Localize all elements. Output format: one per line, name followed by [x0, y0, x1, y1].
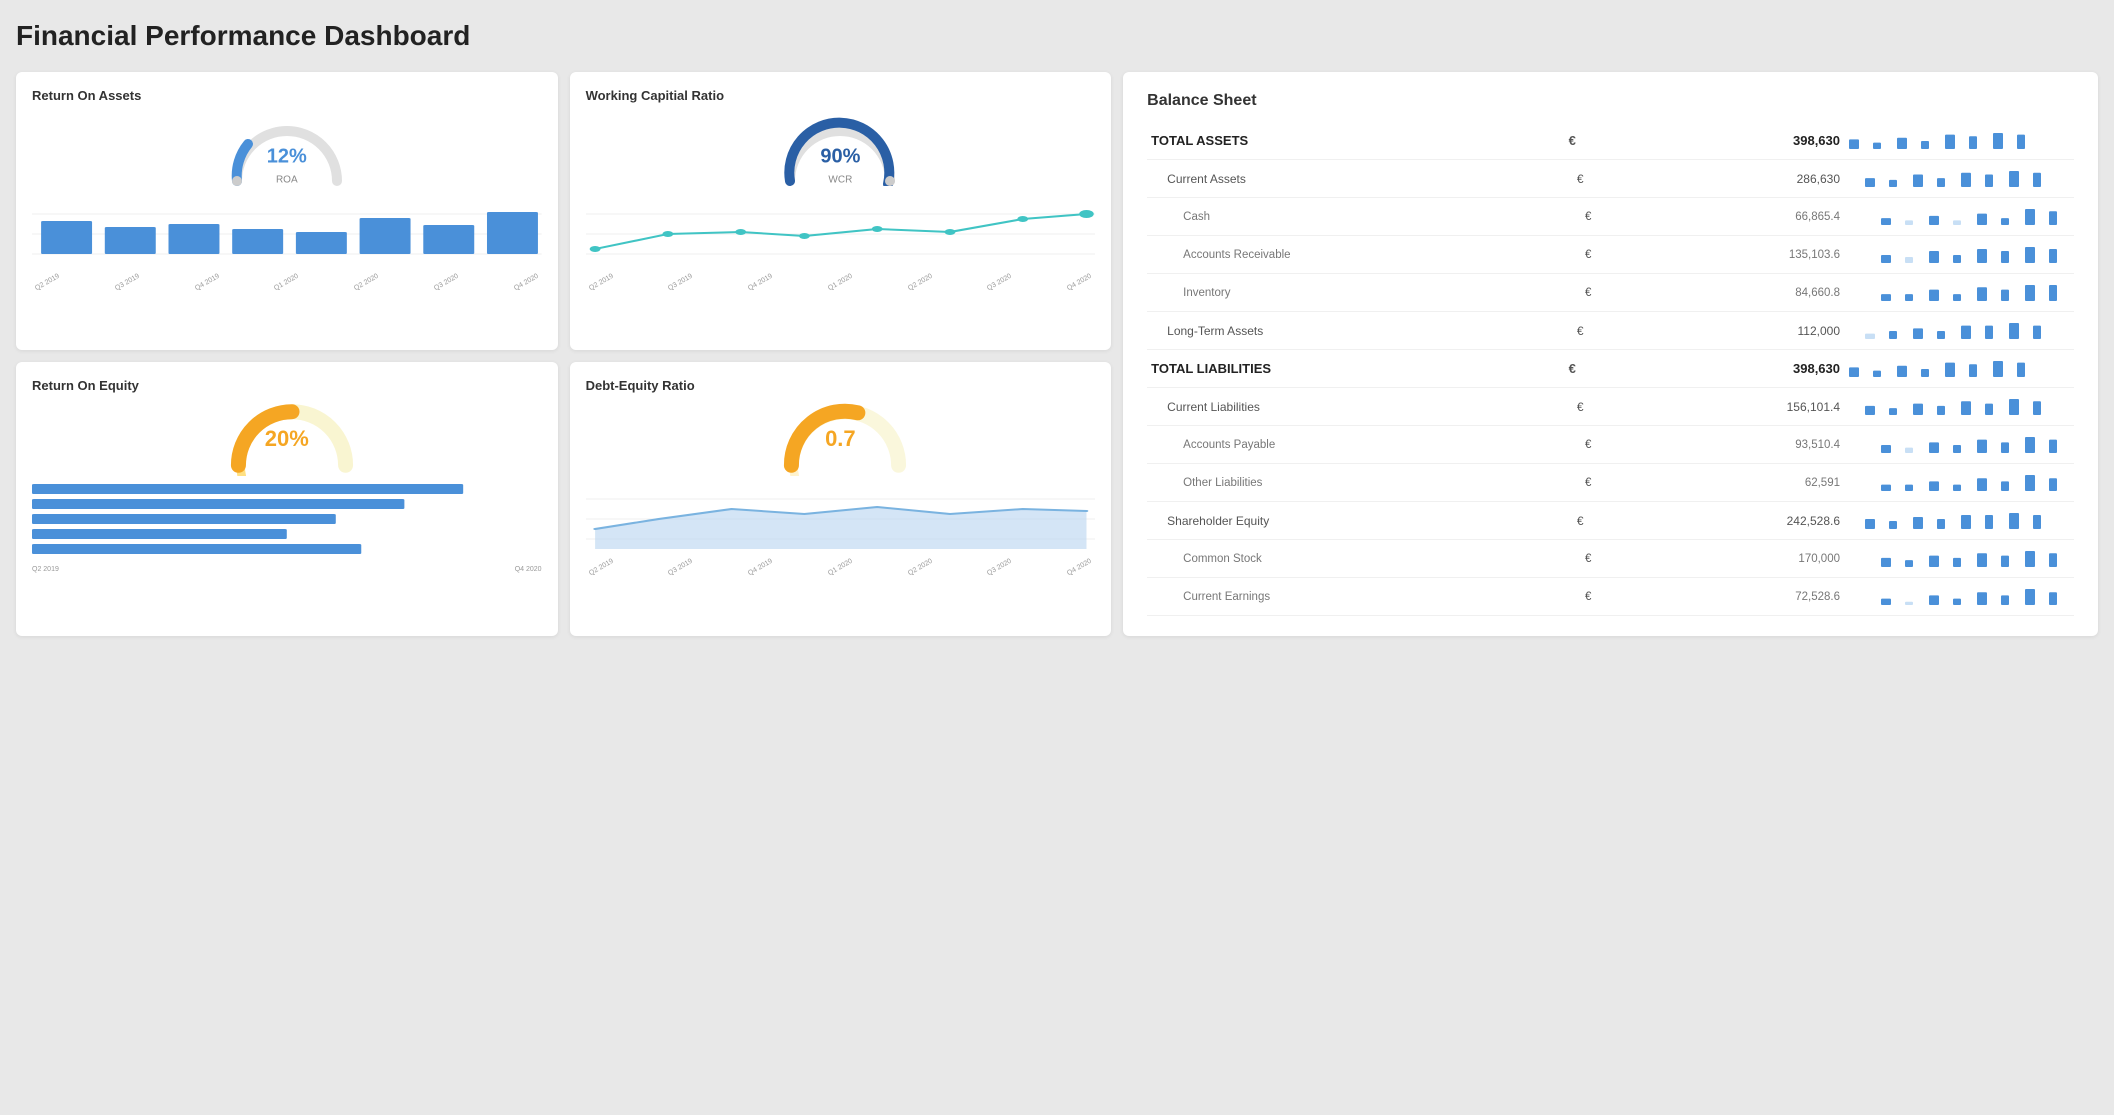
bs-row-label: Current Earnings: [1147, 578, 1549, 616]
table-row: TOTAL ASSETS€398,630: [1147, 122, 2074, 160]
bs-row-amount: 72,528.6: [1595, 578, 1844, 616]
bs-row-sparkbar: [1844, 578, 2074, 616]
bs-row-label: Accounts Payable: [1147, 426, 1549, 464]
balance-sheet-table: TOTAL ASSETS€398,630Current Assets€286,6…: [1147, 122, 2074, 616]
bs-row-label: Common Stock: [1147, 540, 1549, 578]
bs-row-sparkbar: [1844, 426, 2074, 464]
roe-card: Return On Equity 20%: [16, 362, 558, 637]
bs-row-amount: 112,000: [1595, 312, 1844, 350]
bs-row-amount: 84,660.8: [1595, 274, 1844, 312]
bs-row-label: Long-Term Assets: [1147, 312, 1549, 350]
bs-row-currency: €: [1549, 198, 1595, 236]
bs-row-sparkbar: [1844, 236, 2074, 274]
bs-row-sparkbar: [1844, 502, 2074, 540]
der-area-chart: Q2 2019 Q3 2019 Q4 2019 Q1 2020 Q2 2020 …: [586, 479, 1096, 571]
roa-bar-chart: Q2 2019 Q3 2019 Q4 2019 Q1 2020 Q2 2020 …: [32, 194, 542, 286]
bs-row-currency: €: [1549, 350, 1595, 388]
roa-card: Return On Assets 12% ROA: [16, 72, 558, 350]
bs-row-sparkbar: [1844, 388, 2074, 426]
roe-title: Return On Equity: [32, 378, 542, 393]
bs-row-currency: €: [1549, 122, 1595, 160]
table-row: Other Liabilities€62,591: [1147, 464, 2074, 502]
bs-row-label: Accounts Receivable: [1147, 236, 1549, 274]
table-row: Accounts Payable€93,510.4: [1147, 426, 2074, 464]
bs-row-currency: €: [1549, 274, 1595, 312]
bs-row-label: Other Liabilities: [1147, 464, 1549, 502]
bs-row-sparkbar: [1844, 540, 2074, 578]
table-row: Current Assets€286,630: [1147, 160, 2074, 198]
table-row: Cash€66,865.4: [1147, 198, 2074, 236]
bs-row-currency: €: [1549, 578, 1595, 616]
bs-row-currency: €: [1549, 540, 1595, 578]
roa-title: Return On Assets: [32, 88, 542, 103]
balance-sheet-card: Balance Sheet TOTAL ASSETS€398,630Curren…: [1123, 72, 2098, 636]
balance-sheet-title: Balance Sheet: [1147, 92, 2074, 110]
wcr-sub: WCR: [828, 174, 852, 185]
der-value: 0.7: [825, 426, 856, 451]
bs-row-label: Current Liabilities: [1147, 388, 1549, 426]
bs-row-amount: 170,000: [1595, 540, 1844, 578]
bs-row-label: Shareholder Equity: [1147, 502, 1549, 540]
roe-value: 20%: [265, 426, 309, 451]
table-row: Current Liabilities€156,101.4: [1147, 388, 2074, 426]
bs-row-sparkbar: [1844, 198, 2074, 236]
bs-row-label: Current Assets: [1147, 160, 1549, 198]
roe-hbar-chart: Q2 2019 Q4 2020: [32, 479, 542, 573]
table-row: Long-Term Assets€112,000: [1147, 312, 2074, 350]
bs-row-currency: €: [1549, 464, 1595, 502]
bs-row-currency: €: [1549, 426, 1595, 464]
table-row: Inventory€84,660.8: [1147, 274, 2074, 312]
bs-row-sparkbar: [1844, 312, 2074, 350]
bs-row-currency: €: [1549, 388, 1595, 426]
wcr-gauge: 90% WCR: [586, 111, 1096, 186]
bs-row-sparkbar: [1844, 350, 2074, 388]
bs-row-currency: €: [1549, 160, 1595, 198]
bs-row-currency: €: [1549, 312, 1595, 350]
wcr-title: Working Capitial Ratio: [586, 88, 1096, 103]
bs-row-amount: 135,103.6: [1595, 236, 1844, 274]
bs-row-currency: €: [1549, 236, 1595, 274]
table-row: Shareholder Equity€242,528.6: [1147, 502, 2074, 540]
wcr-value: 90%: [820, 145, 860, 167]
bs-row-sparkbar: [1844, 122, 2074, 160]
page-title: Financial Performance Dashboard: [16, 16, 2098, 56]
table-row: Common Stock€170,000: [1147, 540, 2074, 578]
roe-gauge: 20%: [32, 401, 542, 471]
table-row: TOTAL LIABILITIES€398,630: [1147, 350, 2074, 388]
bs-row-label: Inventory: [1147, 274, 1549, 312]
bs-row-label: TOTAL ASSETS: [1147, 122, 1549, 160]
der-card: Debt-Equity Ratio 0.7: [570, 362, 1112, 637]
table-row: Current Earnings€72,528.6: [1147, 578, 2074, 616]
roa-gauge: 12% ROA: [32, 111, 542, 186]
roa-value: 12%: [267, 145, 307, 167]
bs-row-amount: 156,101.4: [1595, 388, 1844, 426]
bs-row-amount: 66,865.4: [1595, 198, 1844, 236]
dashboard-grid: Return On Assets 12% ROA: [16, 72, 2098, 636]
wcr-card: Working Capitial Ratio 90% WCR: [570, 72, 1112, 350]
bs-row-currency: €: [1549, 502, 1595, 540]
bs-row-amount: 398,630: [1595, 350, 1844, 388]
der-title: Debt-Equity Ratio: [586, 378, 1096, 393]
bs-row-amount: 398,630: [1595, 122, 1844, 160]
bs-row-sparkbar: [1844, 274, 2074, 312]
bs-row-sparkbar: [1844, 464, 2074, 502]
bs-row-amount: 62,591: [1595, 464, 1844, 502]
bs-row-label: TOTAL LIABILITIES: [1147, 350, 1549, 388]
der-gauge: 0.7: [586, 401, 1096, 471]
bs-row-label: Cash: [1147, 198, 1549, 236]
roa-sub: ROA: [276, 174, 298, 185]
bs-row-amount: 93,510.4: [1595, 426, 1844, 464]
bs-row-amount: 286,630: [1595, 160, 1844, 198]
bs-row-sparkbar: [1844, 160, 2074, 198]
bs-row-amount: 242,528.6: [1595, 502, 1844, 540]
wcr-line-chart: Q2 2019 Q3 2019 Q4 2019 Q1 2020 Q2 2020 …: [586, 194, 1096, 286]
table-row: Accounts Receivable€135,103.6: [1147, 236, 2074, 274]
